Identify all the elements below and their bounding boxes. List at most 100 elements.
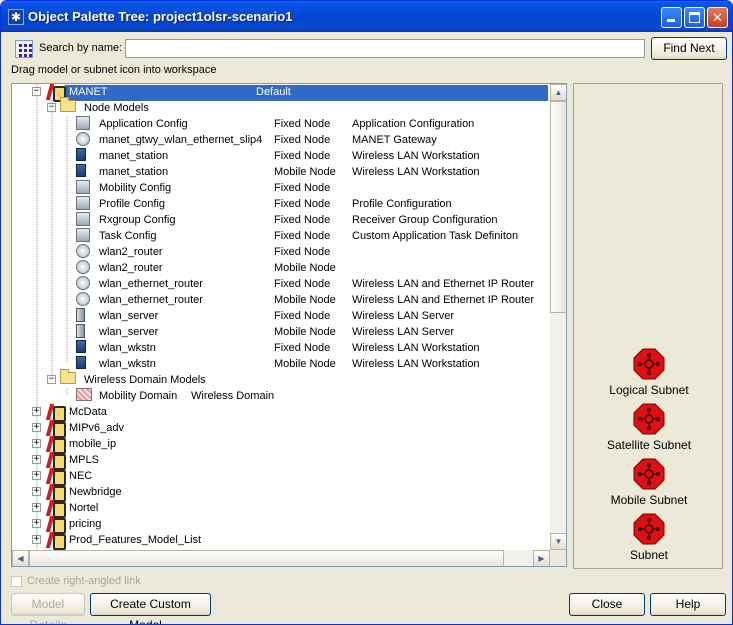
- tree-row-node-model[interactable]: Task Config Fixed Node Custom Application …: [12, 228, 552, 244]
- tree-row-node-model[interactable]: wlan_server Mobile Node Wireless LAN Serve…: [12, 324, 552, 340]
- tree-item-type: Fixed Node: [274, 278, 331, 290]
- tree-item-type: Mobile Node: [274, 326, 336, 338]
- tree-row-node-model[interactable]: manet_station Mobile Node Wireless LAN Wor…: [12, 164, 552, 180]
- subnet-label: Satellite Subnet: [606, 438, 692, 452]
- tree-row-node-model[interactable]: Rxgroup Config Fixed Node Receiver Group C…: [12, 212, 552, 228]
- subnet-icon: [633, 348, 665, 380]
- close-button[interactable]: Close: [569, 593, 645, 616]
- tree-item-description: Wireless LAN Workstation: [352, 166, 480, 178]
- expand-icon[interactable]: +: [32, 503, 41, 512]
- tree-item-type: Default: [256, 86, 291, 98]
- tree-row-library[interactable]: + Nortel: [12, 500, 552, 518]
- tree-item-type: Mobile Node: [274, 294, 336, 306]
- expand-icon[interactable]: +: [32, 535, 41, 544]
- create-custom-model-button[interactable]: Create Custom Model...: [90, 593, 211, 624]
- help-button[interactable]: Help: [650, 593, 726, 616]
- tree-row-node-model[interactable]: wlan_server Fixed Node Wireless LAN Server: [12, 308, 552, 324]
- tree-folder-wireless-domain[interactable]: − Wireless Domain Models: [12, 369, 552, 388]
- tree-row-library[interactable]: + MIPv6_adv: [12, 420, 552, 438]
- object-palette-window: ✱ Object Palette Tree: project1olsr-scen…: [0, 0, 733, 625]
- tree-item-label: wlan_wkstn: [99, 342, 156, 354]
- horizontal-scroll-thumb[interactable]: [29, 550, 504, 566]
- vertical-scroll-thumb[interactable]: [550, 101, 566, 313]
- tree-content: − MANET Default − Node Models Applicatio…: [12, 84, 552, 550]
- tree-item-description: Custom Application Task Definiton: [352, 230, 519, 242]
- router-icon: [76, 276, 90, 290]
- expand-icon[interactable]: +: [32, 519, 41, 528]
- scroll-down-button[interactable]: ▼: [550, 533, 566, 550]
- find-next-button[interactable]: Find Next: [651, 37, 727, 60]
- station-icon: [76, 164, 86, 177]
- subnet-item[interactable]: Logical Subnet: [574, 348, 724, 397]
- search-input[interactable]: [125, 39, 645, 58]
- tree-item-type: Mobile Node: [274, 358, 336, 370]
- tree-row-library[interactable]: + Newbridge: [12, 484, 552, 502]
- tree-item-label: pricing: [69, 518, 102, 530]
- tree-row-library[interactable]: + NEC: [12, 468, 552, 486]
- tree-item-label: manet_station: [99, 150, 169, 162]
- expand-icon[interactable]: +: [32, 471, 41, 480]
- tree-row-node-model[interactable]: wlan_ethernet_router Fixed Node Wireless L…: [12, 276, 552, 292]
- tree-row-library[interactable]: + Prod_Features_Model_List: [12, 532, 552, 550]
- tree-item-label: Profile Config: [99, 198, 166, 210]
- palette-tree[interactable]: − MANET Default − Node Models Applicatio…: [11, 83, 567, 567]
- right-angled-link-checkbox: [11, 576, 22, 587]
- tree-row-node-model[interactable]: wlan2_router Mobile Node: [12, 260, 552, 276]
- tree-row-library[interactable]: + pricing: [12, 516, 552, 534]
- tree-row-node-model[interactable]: manet_station Fixed Node Wireless LAN Work…: [12, 148, 552, 164]
- tree-item-label: NEC: [69, 470, 93, 482]
- tree-item-label: Prod_Features_Model_List: [69, 534, 202, 546]
- tree-item-label: wlan_wkstn: [99, 358, 156, 370]
- tree-item-type: Mobile Node: [274, 166, 336, 178]
- expand-icon[interactable]: +: [32, 423, 41, 432]
- horizontal-scrollbar[interactable]: ◀ ▶: [12, 550, 550, 566]
- grid-icon[interactable]: [15, 40, 33, 58]
- tree-row-library[interactable]: + mobile_ip: [12, 436, 552, 454]
- vertical-scrollbar[interactable]: ▲ ▼: [550, 84, 566, 550]
- scrollbar-corner: [550, 550, 566, 566]
- tree-row-library[interactable]: + MPLS: [12, 452, 552, 470]
- library-icon: [47, 484, 66, 502]
- tree-row-library[interactable]: + McData: [12, 404, 552, 422]
- tree-item-label: Application Config: [99, 118, 188, 130]
- tree-row-mobility-domain[interactable]: Mobility Domain Wireless Domain: [12, 388, 552, 404]
- tree-row-node-model[interactable]: wlan_ethernet_router Mobile Node Wireless …: [12, 292, 552, 308]
- tree-item-description: Wireless LAN Server: [352, 310, 455, 322]
- expand-icon[interactable]: +: [32, 407, 41, 416]
- expand-icon[interactable]: +: [32, 487, 41, 496]
- collapse-icon[interactable]: −: [47, 375, 56, 384]
- collapse-icon[interactable]: −: [32, 87, 41, 96]
- expand-icon[interactable]: +: [32, 455, 41, 464]
- station-icon: [76, 148, 86, 161]
- config-icon: [76, 196, 90, 210]
- subnet-icon: [633, 403, 665, 435]
- search-row: Search by name: Find Next: [15, 37, 727, 60]
- tree-row-node-model[interactable]: wlan2_router Fixed Node: [12, 244, 552, 260]
- minimize-button[interactable]: [661, 7, 682, 28]
- scroll-up-button[interactable]: ▲: [550, 84, 566, 101]
- maximize-button[interactable]: [684, 7, 705, 28]
- tree-row-node-model[interactable]: Application Config Fixed Node Application …: [12, 116, 552, 132]
- title-bar[interactable]: ✱ Object Palette Tree: project1olsr-scen…: [1, 1, 732, 32]
- collapse-icon[interactable]: −: [47, 103, 56, 112]
- tree-row-manet[interactable]: − MANET Default: [12, 84, 552, 102]
- subnet-item[interactable]: Subnet: [574, 513, 724, 562]
- tree-row-node-model[interactable]: manet_gtwy_wlan_ethernet_slip4 Fixed Node…: [12, 132, 552, 148]
- tree-item-type: Fixed Node: [274, 246, 331, 258]
- tree-item-label: Rxgroup Config: [99, 214, 176, 226]
- tree-row-node-model[interactable]: wlan_wkstn Fixed Node Wireless LAN Worksta…: [12, 340, 552, 356]
- subnet-label: Mobile Subnet: [610, 493, 688, 507]
- tree-row-node-model[interactable]: Mobility Config Fixed Node: [12, 180, 552, 196]
- subnet-item[interactable]: Mobile Subnet: [574, 458, 724, 507]
- scroll-right-button[interactable]: ▶: [533, 550, 550, 566]
- tree-folder-node-models[interactable]: − Node Models: [12, 97, 552, 116]
- expand-icon[interactable]: +: [32, 439, 41, 448]
- tree-item-label: Mobility Config: [99, 182, 172, 194]
- subnet-item[interactable]: Satellite Subnet: [574, 403, 724, 452]
- tree-item-description: Wireless LAN Server: [352, 326, 455, 338]
- close-window-button[interactable]: ✕: [707, 7, 728, 28]
- library-icon: [47, 532, 66, 550]
- tree-row-node-model[interactable]: Profile Config Fixed Node Profile Configur…: [12, 196, 552, 212]
- tree-row-node-model[interactable]: wlan_wkstn Mobile Node Wireless LAN Workst…: [12, 356, 552, 372]
- scroll-left-button[interactable]: ◀: [12, 550, 29, 566]
